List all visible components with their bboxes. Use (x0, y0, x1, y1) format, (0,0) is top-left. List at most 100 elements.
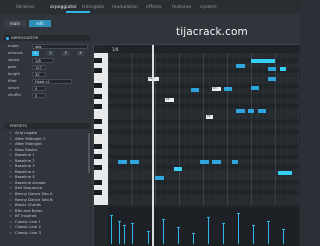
velocity-handle[interactable] (131, 223, 134, 224)
note-block[interactable]: C#3 (148, 77, 159, 81)
preset-scrollbar[interactable] (88, 133, 90, 173)
piano-keyboard[interactable] (94, 53, 108, 205)
black-key[interactable] (94, 144, 102, 150)
subtab-main[interactable]: main (4, 20, 26, 27)
note-block[interactable] (155, 176, 164, 180)
length-field[interactable]: 32 (32, 71, 46, 77)
note-block[interactable] (224, 87, 232, 91)
note-block[interactable] (278, 171, 292, 175)
velocity-bar[interactable] (253, 226, 254, 244)
subtab-edit[interactable]: edit (29, 20, 51, 27)
black-key[interactable] (94, 58, 102, 64)
panel-title: ARPEGGIATOR (4, 35, 90, 41)
tab-system[interactable]: system (200, 0, 217, 14)
strum-label: strum (8, 85, 20, 90)
velocity-bar[interactable] (119, 222, 120, 244)
note-block[interactable] (248, 109, 254, 113)
black-key[interactable] (94, 103, 102, 109)
velocity-handle[interactable] (162, 219, 165, 220)
playhead[interactable] (152, 45, 154, 246)
velocity-handle[interactable] (267, 221, 270, 222)
filter-dropdown[interactable]: Fixed c2 (32, 78, 72, 84)
preset-label: BT Inspired (15, 213, 37, 219)
black-key[interactable] (94, 68, 102, 74)
velocity-bar[interactable] (111, 216, 112, 244)
velocity-handle[interactable] (123, 225, 126, 226)
strum-field[interactable]: 0 (32, 85, 46, 91)
black-key[interactable] (94, 118, 102, 124)
note-block[interactable] (200, 160, 209, 164)
tab-modulation[interactable]: modulation (112, 0, 138, 14)
velocity-handle[interactable] (207, 217, 210, 218)
velocity-handle[interactable] (110, 215, 113, 216)
note-block[interactable]: C3 (165, 98, 174, 102)
octave-4-button[interactable]: 4 (77, 50, 84, 56)
velocity-handle[interactable] (147, 231, 150, 232)
black-key[interactable] (94, 93, 102, 99)
shuffle-row: shuffle 0 (4, 92, 90, 98)
velocity-handle[interactable] (177, 227, 180, 228)
velocity-handle[interactable] (237, 213, 240, 214)
octave-2-button[interactable]: 2 (47, 50, 54, 56)
black-key[interactable] (94, 154, 102, 160)
note-block[interactable] (251, 86, 259, 90)
note-block[interactable] (191, 88, 199, 92)
note-block[interactable] (280, 67, 286, 71)
note-block[interactable] (268, 67, 276, 71)
velocity-bar[interactable] (178, 228, 179, 244)
velocity-bar[interactable] (193, 234, 194, 244)
black-key[interactable] (94, 129, 102, 135)
note-block[interactable] (236, 109, 245, 113)
tab-effects[interactable]: effects (146, 0, 162, 14)
black-key[interactable] (94, 83, 102, 89)
velocity-bar[interactable] (124, 226, 125, 244)
note-block[interactable]: D3 (212, 87, 221, 91)
velocity-handle[interactable] (282, 229, 285, 230)
preset-label: Bits and Bytes (15, 207, 43, 213)
velocity-bar[interactable] (238, 214, 239, 244)
gate-row: gate 127 (4, 64, 90, 70)
black-key[interactable] (94, 164, 102, 170)
mode-label: mode (8, 43, 19, 48)
shuffle-field[interactable]: 0 (32, 92, 46, 98)
black-key[interactable] (94, 189, 102, 195)
speed-field[interactable]: 1/8 (32, 57, 54, 63)
mode-dropdown[interactable]: seq (32, 43, 88, 49)
note-block[interactable] (118, 160, 127, 164)
note-block[interactable] (212, 160, 221, 164)
note-block[interactable] (251, 59, 275, 63)
note-block[interactable] (232, 160, 238, 164)
tab-libraries[interactable]: libraries (16, 0, 35, 14)
note-block[interactable] (130, 160, 139, 164)
preset-label: Classic Line 3 (15, 229, 41, 235)
power-icon[interactable] (6, 36, 9, 40)
velocity-handle[interactable] (192, 233, 195, 234)
velocity-handle[interactable] (222, 223, 225, 224)
octave-3-button[interactable]: 3 (62, 50, 69, 56)
octave-1-button[interactable]: 1 (32, 50, 39, 56)
velocity-bar[interactable] (268, 222, 269, 244)
preset-item[interactable]: ☆ Classic Line 3 (4, 230, 90, 236)
velocity-bar[interactable] (283, 230, 284, 244)
velocity-bar[interactable] (148, 232, 149, 244)
velocity-bar[interactable] (208, 218, 209, 244)
velocity-bar[interactable] (223, 224, 224, 244)
velocity-handle[interactable] (252, 225, 255, 226)
gate-field[interactable]: 127 (32, 64, 46, 70)
preset-label: Baseline 3 (15, 163, 35, 169)
note-block[interactable] (174, 167, 182, 171)
tab-features[interactable]: features (172, 0, 191, 14)
velocity-lane[interactable] (108, 207, 299, 246)
note-block[interactable]: C3 (206, 115, 213, 119)
note-block[interactable] (236, 64, 245, 68)
velocity-bar[interactable] (132, 224, 133, 244)
sequencer-grid[interactable]: 1/8 C#3 C3 D3 C3 (93, 44, 300, 246)
length-row: length 32 (4, 71, 90, 77)
velocity-handle[interactable] (118, 221, 121, 222)
note-block[interactable] (268, 77, 276, 81)
note-block[interactable] (258, 109, 266, 113)
black-key[interactable] (94, 179, 102, 185)
velocity-bar[interactable] (163, 220, 164, 244)
timeline-ruler[interactable]: 1/8 (108, 45, 299, 53)
star-icon[interactable]: ☆ (9, 231, 13, 237)
